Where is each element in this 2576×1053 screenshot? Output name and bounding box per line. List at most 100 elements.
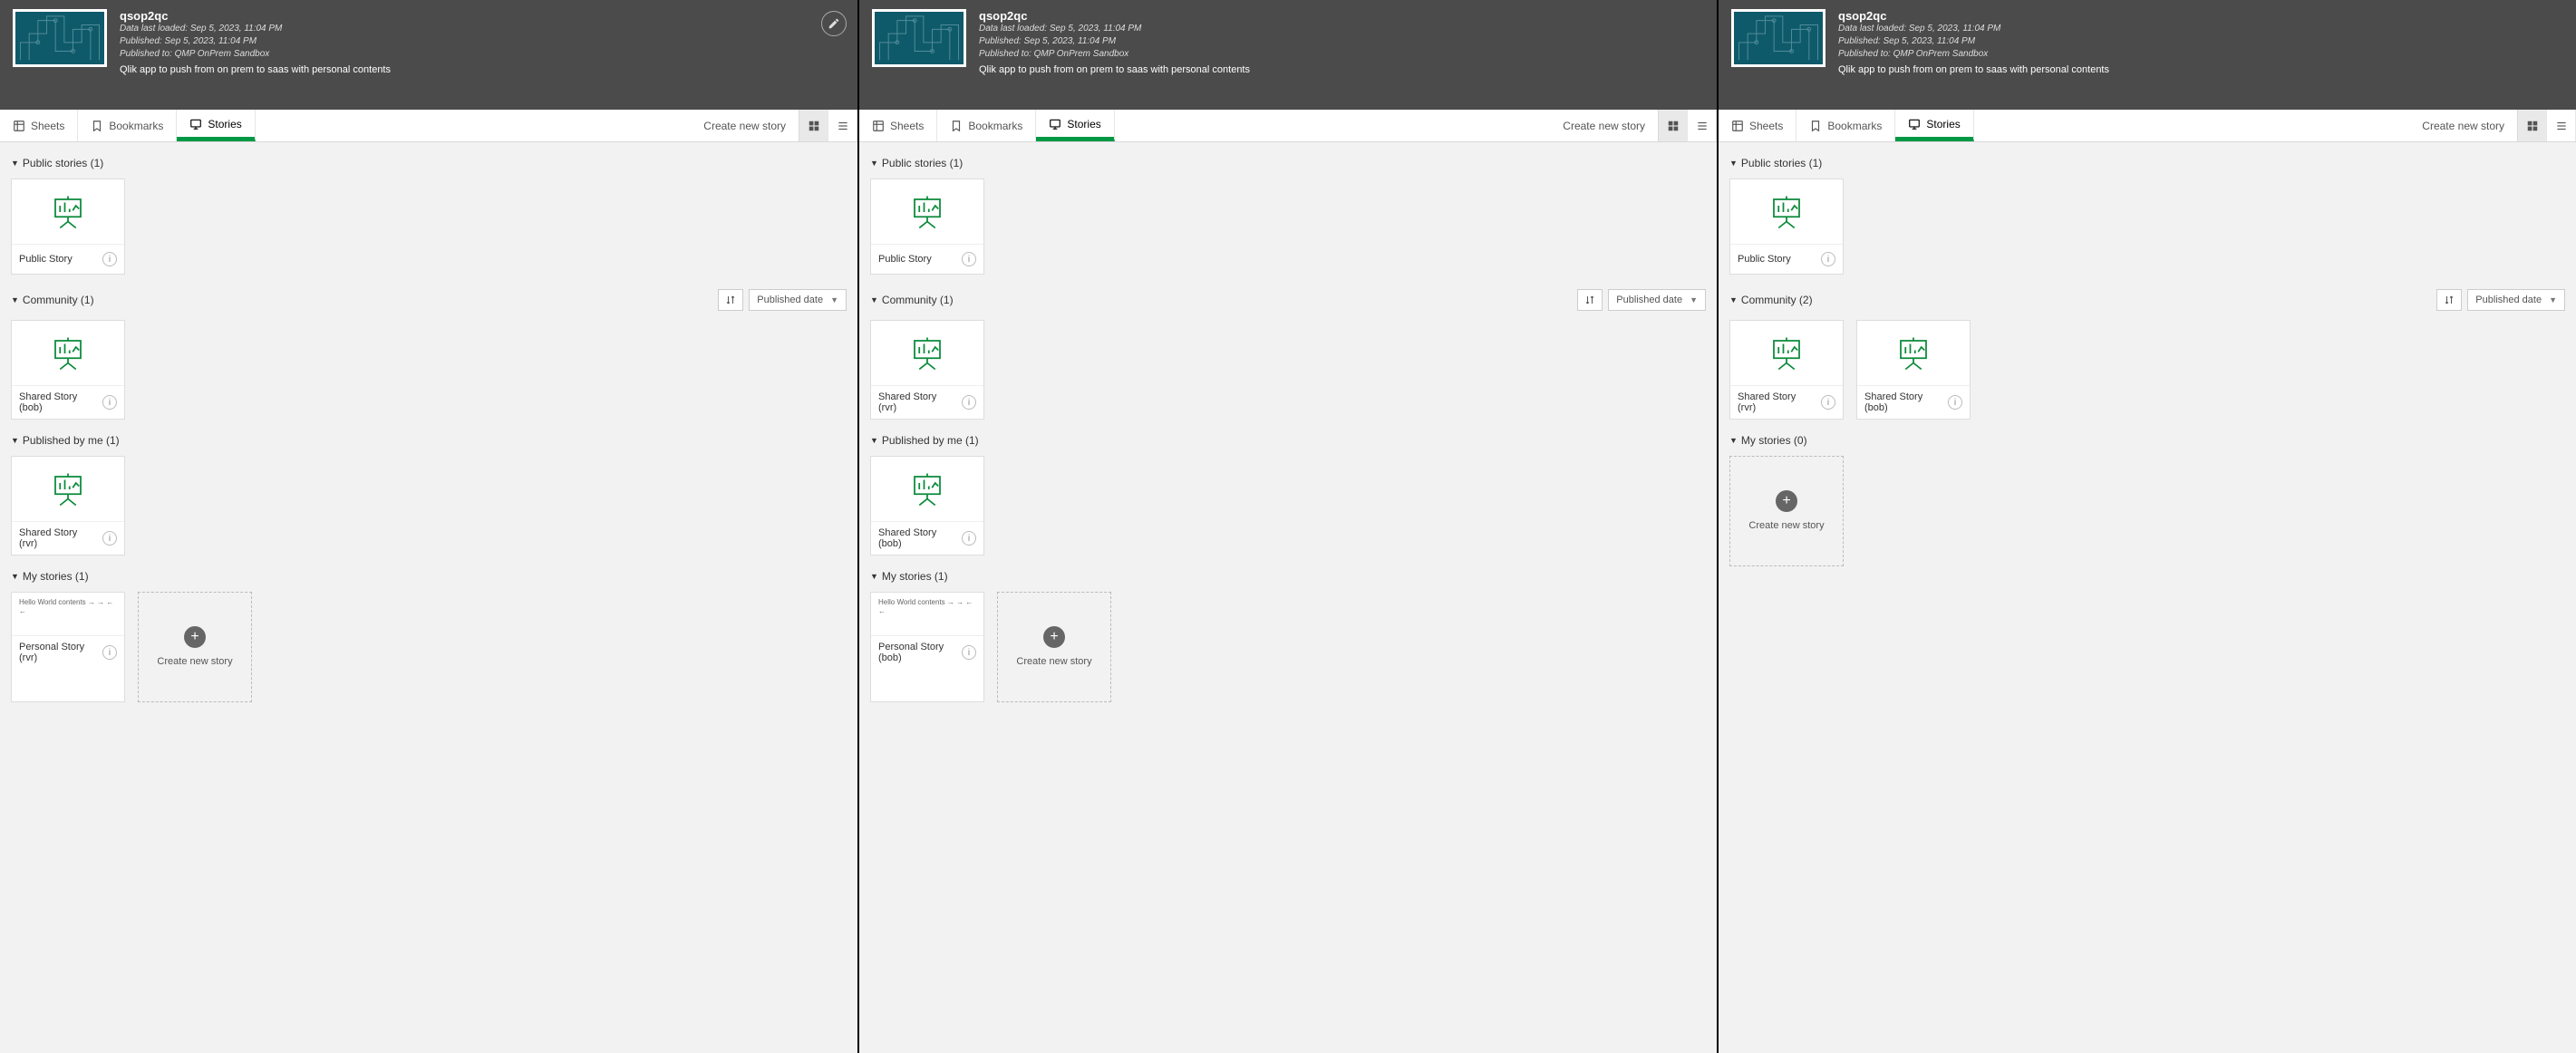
tab-stories[interactable]: Stories <box>177 110 255 141</box>
create-new-story[interactable]: Create new story <box>1550 110 1658 141</box>
list-icon <box>1696 120 1709 132</box>
app-meta-published: Published: Sep 5, 2023, 11:04 PM <box>1838 35 2563 48</box>
sort-field-select[interactable]: Published date ▼ <box>749 289 847 311</box>
view-grid-button[interactable] <box>799 110 828 141</box>
sort-field-label: Published date <box>757 295 823 305</box>
info-icon[interactable]: i <box>1821 395 1835 410</box>
story-card-title: Shared Story (bob) <box>19 391 97 413</box>
story-card[interactable]: Shared Story (rvr) i <box>870 320 984 420</box>
tab-sheets[interactable]: Sheets <box>0 110 78 141</box>
create-story-card[interactable]: + Create new story <box>138 592 252 702</box>
cards: Shared Story (bob) i <box>11 320 847 420</box>
section: ▼ Public stories (1) Published date ▼ <box>870 157 1706 275</box>
section-toggle[interactable]: ▼ My stories (1) <box>870 570 948 583</box>
create-new-story-label: Create new story <box>703 120 786 132</box>
story-easel-icon <box>1767 334 1806 372</box>
create-new-story[interactable]: Create new story <box>2409 110 2517 141</box>
info-icon[interactable]: i <box>102 395 117 410</box>
tab-sheets[interactable]: Sheets <box>1719 110 1796 141</box>
grid-icon <box>1667 120 1680 132</box>
tab-stories[interactable]: Stories <box>1895 110 1973 141</box>
sheets-icon <box>872 120 885 132</box>
section-toggle[interactable]: ▼ Public stories (1) <box>870 157 963 169</box>
app-title: qsop2qc <box>1838 9 2563 23</box>
section-toggle[interactable]: ▼ My stories (1) <box>11 570 89 583</box>
section-tools: Published date ▼ <box>718 289 847 311</box>
section-toggle[interactable]: ▼ Published by me (1) <box>11 434 120 447</box>
section-toggle[interactable]: ▼ Published by me (1) <box>870 434 979 447</box>
grid-icon <box>2526 120 2539 132</box>
sort-field-select[interactable]: Published date ▼ <box>1608 289 1706 311</box>
cards: Shared Story (rvr) i <box>870 320 1706 420</box>
info-icon[interactable]: i <box>962 531 976 546</box>
info-icon[interactable]: i <box>962 395 976 410</box>
tab-stories-label: Stories <box>208 118 241 130</box>
view-list-button[interactable] <box>2547 110 2576 141</box>
story-card-body: Hello World contents → → ← ← <box>12 593 124 636</box>
content: ▼ Public stories (1) Published date ▼ <box>859 142 1717 1053</box>
view-list-button[interactable] <box>828 110 857 141</box>
story-card[interactable]: Public Story i <box>870 179 984 275</box>
section-toggle[interactable]: ▼ Public stories (1) <box>1729 157 1822 169</box>
tab-bookmarks[interactable]: Bookmarks <box>937 110 1036 141</box>
view-list-button[interactable] <box>1688 110 1717 141</box>
story-easel-icon <box>1894 334 1932 372</box>
story-card[interactable]: Shared Story (bob) i <box>1856 320 1971 420</box>
app-meta-loaded: Data last loaded: Sep 5, 2023, 11:04 PM <box>120 23 845 35</box>
sort-order-button[interactable] <box>2436 289 2462 311</box>
story-card-title: Shared Story (rvr) <box>878 391 956 413</box>
story-card[interactable]: Hello World contents → → ← ← Personal St… <box>870 592 984 702</box>
create-story-card[interactable]: + Create new story <box>997 592 1111 702</box>
section-toggle[interactable]: ▼ Community (1) <box>11 294 94 306</box>
section-title: Community (1) <box>882 294 954 306</box>
tab-sheets-label: Sheets <box>31 120 64 132</box>
story-card[interactable]: Shared Story (bob) i <box>11 320 125 420</box>
tab-bookmarks[interactable]: Bookmarks <box>1796 110 1895 141</box>
app-thumb <box>1731 9 1825 67</box>
story-easel-icon <box>49 334 87 372</box>
chevron-down-icon: ▼ <box>870 159 878 168</box>
edit-button[interactable] <box>821 11 847 36</box>
info-icon[interactable]: i <box>1821 252 1835 266</box>
cards: Public Story i <box>1729 179 2565 275</box>
tab-stories[interactable]: Stories <box>1036 110 1114 141</box>
sort-order-button[interactable] <box>1577 289 1603 311</box>
story-card-title: Shared Story (bob) <box>878 527 956 549</box>
app-meta-published: Published: Sep 5, 2023, 11:04 PM <box>979 35 1704 48</box>
story-card[interactable]: Shared Story (rvr) i <box>11 456 125 555</box>
info-icon[interactable]: i <box>102 531 117 546</box>
story-card[interactable]: Public Story i <box>1729 179 1844 275</box>
section-title: Published by me (1) <box>882 434 979 447</box>
app-meta-published: Published: Sep 5, 2023, 11:04 PM <box>120 35 845 48</box>
info-icon[interactable]: i <box>962 645 976 660</box>
view-grid-button[interactable] <box>1659 110 1688 141</box>
cards: Shared Story (rvr) i <box>11 456 847 555</box>
section-toggle[interactable]: ▼ Community (1) <box>870 294 954 306</box>
cards: Hello World contents → → ← ← Personal St… <box>11 592 847 702</box>
section-toggle[interactable]: ▼ Public stories (1) <box>11 157 103 169</box>
story-card[interactable]: Shared Story (bob) i <box>870 456 984 555</box>
info-icon[interactable]: i <box>962 252 976 266</box>
info-icon[interactable]: i <box>102 645 117 660</box>
list-icon <box>2555 120 2568 132</box>
chevron-down-icon: ▼ <box>11 159 19 168</box>
section-toggle[interactable]: ▼ My stories (0) <box>1729 434 1807 447</box>
info-icon[interactable]: i <box>1948 395 1962 410</box>
story-easel-icon <box>908 334 946 372</box>
chevron-down-icon: ▼ <box>2549 295 2557 304</box>
sort-order-button[interactable] <box>718 289 743 311</box>
story-card[interactable]: Shared Story (rvr) i <box>1729 320 1844 420</box>
story-card[interactable]: Hello World contents → → ← ← Personal St… <box>11 592 125 702</box>
chevron-down-icon: ▼ <box>1729 159 1738 168</box>
story-card[interactable]: Public Story i <box>11 179 125 275</box>
create-story-card[interactable]: + Create new story <box>1729 456 1844 566</box>
create-new-story[interactable]: Create new story <box>691 110 799 141</box>
tab-bookmarks[interactable]: Bookmarks <box>78 110 177 141</box>
app-thumb <box>13 9 107 67</box>
tab-sheets[interactable]: Sheets <box>859 110 937 141</box>
section-toggle[interactable]: ▼ Community (2) <box>1729 294 1813 306</box>
view-grid-button[interactable] <box>2518 110 2547 141</box>
info-icon[interactable]: i <box>102 252 117 266</box>
sort-field-select[interactable]: Published date ▼ <box>2467 289 2565 311</box>
plus-icon: + <box>1776 490 1797 512</box>
